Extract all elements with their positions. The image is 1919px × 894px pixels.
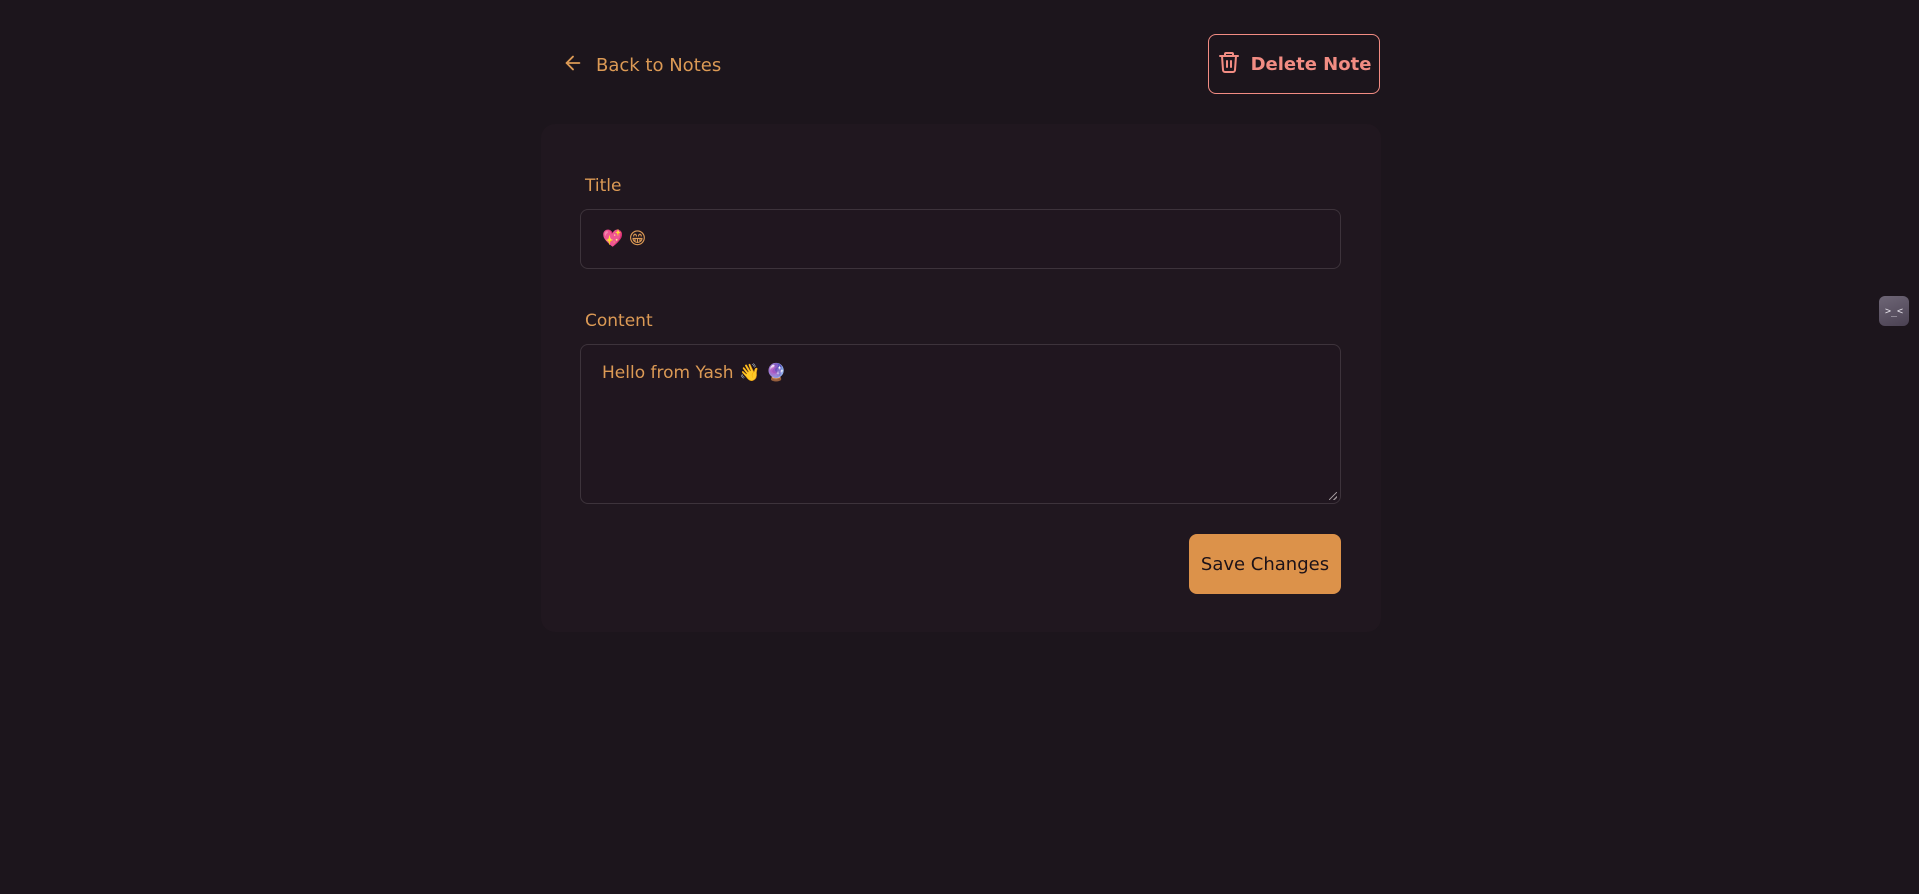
title-value: 💖 😁 [602,229,647,249]
content-label: Content [585,311,653,331]
save-changes-label: Save Changes [1200,553,1330,575]
resize-handle[interactable] [1329,492,1337,500]
title-label: Title [585,176,622,196]
content-textarea[interactable]: Hello from Yash 👋 🔮 [580,344,1341,504]
content-value: Hello from Yash 👋 🔮 [602,363,787,383]
side-widget-glyph: >_< [1884,305,1904,317]
save-changes-button[interactable]: Save Changes [1189,534,1341,594]
note-form-card: Title 💖 😁 Content Hello from Yash 👋 🔮 Sa… [541,124,1381,632]
note-editor-page: Back to Notes Delete Note Title 💖 😁 Cont… [0,0,1919,894]
terminal-icon[interactable]: >_< [1879,296,1909,326]
arrow-left-icon [562,52,584,79]
back-link-label: Back to Notes [596,54,722,76]
delete-note-label: Delete Note [1250,53,1372,75]
delete-note-button[interactable]: Delete Note [1208,34,1380,94]
title-input[interactable]: 💖 😁 [580,209,1341,269]
trash-icon [1217,50,1241,79]
back-to-notes-link[interactable]: Back to Notes [562,50,721,80]
